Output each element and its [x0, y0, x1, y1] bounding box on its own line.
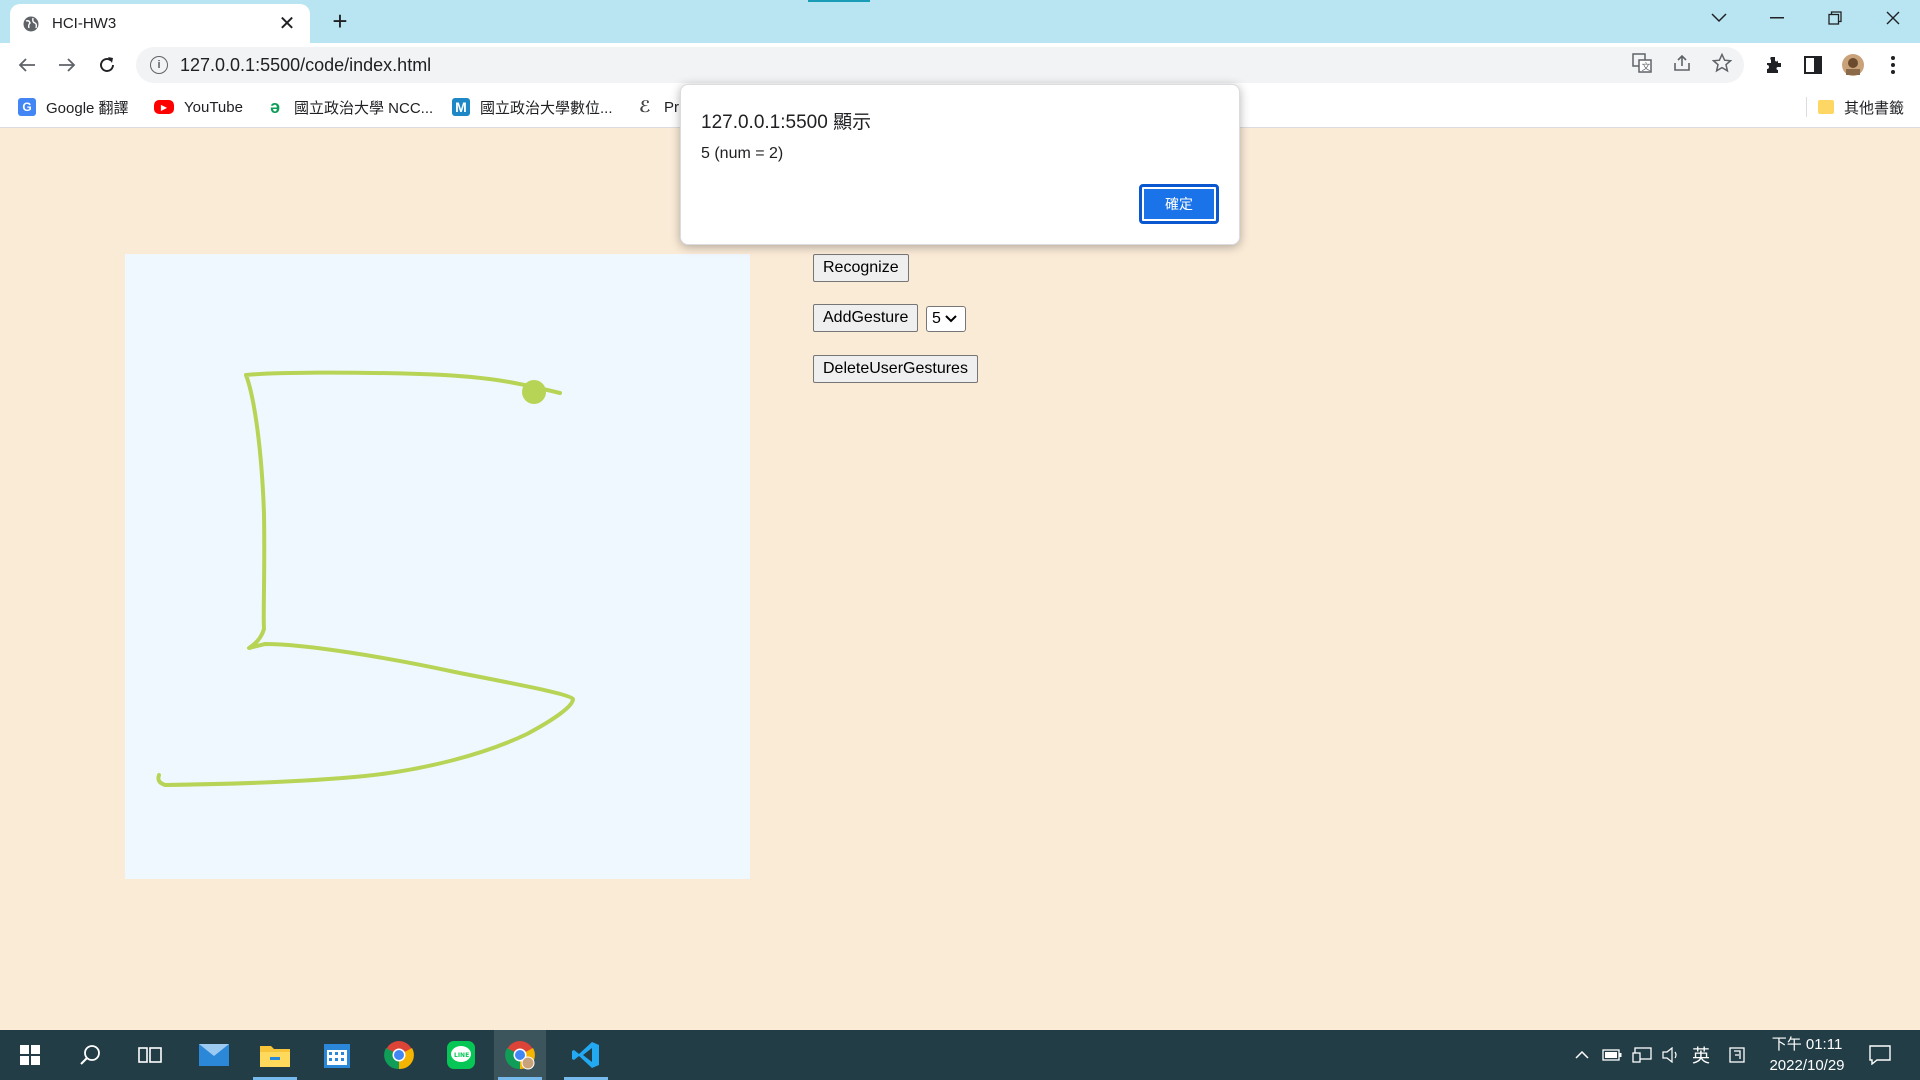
battery-icon[interactable]	[1600, 1042, 1624, 1068]
restore-icon[interactable]	[1806, 0, 1864, 36]
bookmark-label: YouTube	[184, 98, 243, 116]
vscode-icon[interactable]	[560, 1030, 612, 1080]
gesture-select[interactable]: 5	[926, 306, 966, 332]
chevron-down-icon[interactable]	[1690, 0, 1748, 36]
chevron-down-icon	[945, 310, 957, 328]
mail-icon[interactable]	[188, 1030, 240, 1080]
browser-toolbar: i 127.0.0.1:5500/code/index.html 文	[0, 43, 1920, 87]
file-explorer-icon[interactable]	[249, 1030, 301, 1080]
bookmark-other-folder[interactable]: 其他書籤	[1818, 95, 1904, 119]
clock-time: 下午 01:11	[1771, 1036, 1843, 1053]
globe-icon	[22, 15, 40, 33]
side-panel-icon[interactable]	[1800, 52, 1826, 78]
line-icon[interactable]: LINE	[435, 1030, 487, 1080]
forward-arrow-icon[interactable]	[52, 50, 82, 80]
search-icon[interactable]	[64, 1030, 116, 1080]
dialog-title: 127.0.0.1:5500 顯示	[701, 112, 872, 133]
ime-indicator[interactable]: 英	[1689, 1042, 1713, 1068]
gesture-stroke	[156, 370, 575, 787]
tab-loading-indicator	[808, 0, 870, 2]
share-icon[interactable]	[1670, 51, 1694, 75]
page-content: Recognize AddGesture 5 DeleteUserGesture…	[0, 128, 1920, 1030]
recognize-button[interactable]: Recognize	[813, 254, 909, 282]
site-info-icon[interactable]: i	[150, 56, 168, 74]
notification-icon[interactable]	[1868, 1042, 1892, 1068]
bookmark-nccu[interactable]: ə 國立政治大學 NCC...	[266, 95, 433, 119]
bookmark-google-translate[interactable]: G Google 翻譯	[18, 95, 129, 119]
folder-icon	[1818, 100, 1834, 114]
chrome-profile-icon[interactable]	[494, 1030, 546, 1080]
bookmark-label: 國立政治大學數位...	[480, 99, 613, 117]
bookmark-youtube[interactable]: ▶ YouTube	[154, 95, 243, 119]
tab-hci-hw3[interactable]: HCI-HW3 ✕	[10, 4, 310, 43]
bookmark-pr[interactable]: ℰ Pr	[636, 95, 679, 119]
nccu-icon: ə	[269, 96, 280, 117]
delete-user-gestures-button[interactable]: DeleteUserGestures	[813, 355, 978, 383]
tab-title: HCI-HW3	[52, 15, 117, 32]
add-gesture-button[interactable]: AddGesture	[813, 304, 919, 332]
reload-icon[interactable]	[92, 50, 122, 80]
google-translate-icon: G	[18, 98, 36, 116]
minimize-icon[interactable]	[1748, 0, 1806, 36]
svg-text:LINE: LINE	[454, 1052, 469, 1059]
clock-date: 2022/10/29	[1769, 1057, 1845, 1074]
dialog-message: 5 (num = 2)	[701, 145, 784, 162]
volume-icon[interactable]	[1660, 1042, 1684, 1068]
translate-icon[interactable]: 文	[1630, 51, 1654, 75]
bookmark-label: 其他書籤	[1844, 99, 1905, 117]
profile-avatar[interactable]	[1840, 52, 1866, 78]
svg-text:文: 文	[1642, 61, 1651, 73]
calendar-icon[interactable]	[311, 1030, 363, 1080]
chevron-up-icon[interactable]	[1570, 1042, 1594, 1068]
network-icon[interactable]	[1630, 1042, 1654, 1068]
moodle-icon: M	[452, 98, 470, 116]
bookmark-separator	[1806, 97, 1807, 117]
close-icon[interactable]	[1864, 0, 1920, 36]
alert-dialog: 127.0.0.1:5500 顯示 5 (num = 2) 確定	[680, 84, 1240, 245]
bookmark-star-icon[interactable]	[1710, 51, 1734, 75]
bookmark-label: Google 翻譯	[46, 99, 129, 117]
tab-close-icon[interactable]: ✕	[276, 11, 298, 36]
ok-button[interactable]: 確定	[1139, 184, 1219, 224]
clock[interactable]: 下午 01:11 2022/10/29	[1752, 1034, 1862, 1076]
chrome-icon[interactable]	[373, 1030, 425, 1080]
bookmark-label: Pr	[664, 98, 679, 116]
bookmark-label: 國立政治大學 NCC...	[294, 99, 434, 117]
back-arrow-icon[interactable]	[12, 50, 42, 80]
address-bar[interactable]: i 127.0.0.1:5500/code/index.html	[136, 47, 1744, 83]
prism-icon: ℰ	[639, 99, 651, 116]
gesture-select-value: 5	[932, 310, 941, 327]
youtube-icon: ▶	[154, 100, 174, 114]
more-menu-icon[interactable]	[1880, 52, 1906, 78]
url-text: 127.0.0.1:5500/code/index.html	[180, 54, 432, 75]
extensions-icon[interactable]	[1760, 52, 1786, 78]
ime-mode-icon[interactable]	[1725, 1042, 1749, 1068]
new-tab-button[interactable]: +	[326, 8, 354, 36]
bookmark-nccu-digital[interactable]: M 國立政治大學數位...	[452, 95, 613, 119]
task-view-icon[interactable]	[124, 1030, 176, 1080]
tab-strip: HCI-HW3 ✕ +	[0, 0, 1920, 43]
windows-start-icon[interactable]	[4, 1030, 56, 1080]
gesture-canvas[interactable]	[125, 254, 750, 879]
taskbar: LINE 英 下午 01:11 2022/10/29	[0, 1030, 1920, 1080]
